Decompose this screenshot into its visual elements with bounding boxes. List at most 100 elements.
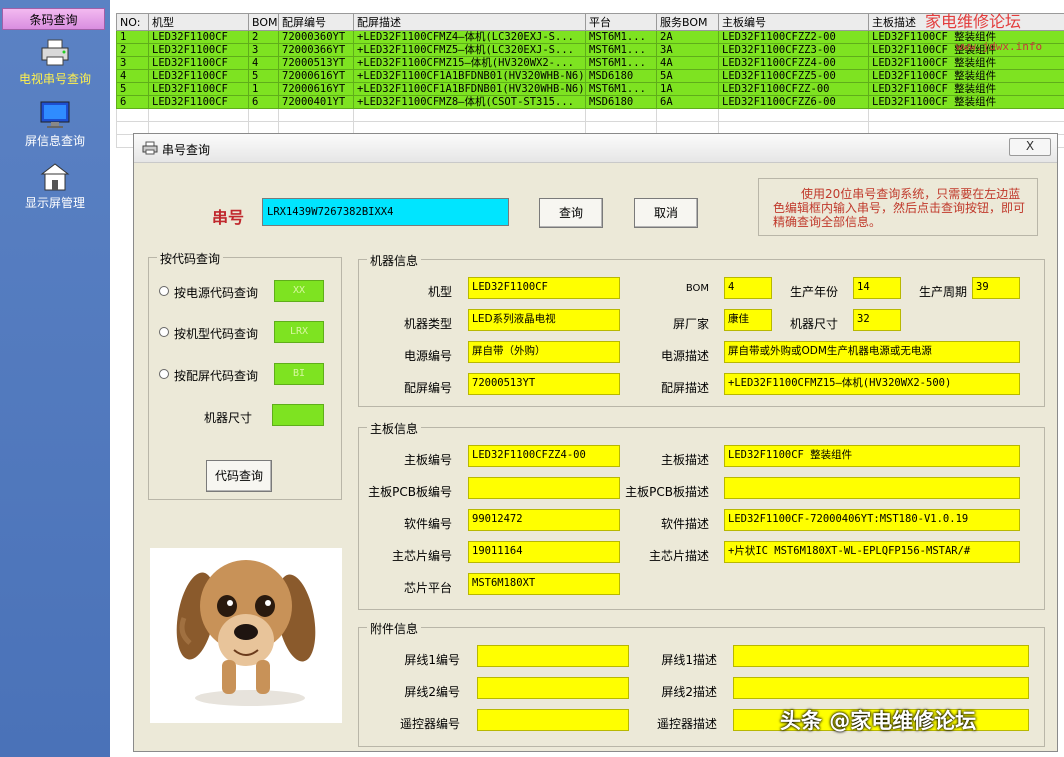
pcb-desc-field[interactable] (724, 477, 1020, 499)
option-label: 按机型代码查询 (174, 325, 258, 342)
type-field[interactable]: LED系列液晶电视 (468, 309, 620, 331)
table-cell: MST6M1... (586, 44, 657, 57)
table-cell (149, 109, 249, 122)
cancel-button[interactable]: 取消 (634, 198, 698, 228)
table-row[interactable]: 6LED32F1100CF672000401YT+LED32F1100CFMZ8… (117, 96, 1064, 109)
table-cell: LED32F1100CF 整装组件 (869, 83, 1064, 96)
col-header[interactable]: 配屏编号 (279, 14, 354, 31)
panel-desc-field[interactable]: +LED32F1100CFMZ15—体机(HV320WX2-500) (724, 373, 1020, 395)
table-row[interactable]: 4LED32F1100CF572000616YT+LED32F1100CF1A1… (117, 70, 1064, 83)
table-cell (117, 109, 149, 122)
table-row[interactable]: 1LED32F1100CF272000360YT+LED32F1100CFMZ4… (117, 31, 1064, 44)
table-cell: MST6M1... (586, 31, 657, 44)
table-cell: LED32F1100CFZZ2-00 (719, 31, 869, 44)
table-cell: +LED32F1100CFMZ15—体机(HV320WX2-... (354, 57, 586, 70)
size-label: 机器尺寸 (204, 409, 252, 426)
table-row[interactable]: 2LED32F1100CF372000366YT+LED32F1100CFMZ5… (117, 44, 1064, 57)
col-header[interactable]: 配屏描述 (354, 14, 586, 31)
radio-power-code[interactable] (159, 286, 169, 296)
table-cell: LED32F1100CF (149, 83, 249, 96)
table-cell: +LED32F1100CFMZ4—体机(LC320EXJ-S... (354, 31, 586, 44)
table-cell: MSD6180 (586, 70, 657, 83)
printer-icon (142, 141, 158, 158)
serial-input[interactable]: LRX1439W7267382BIXX4 (262, 198, 509, 226)
code-query-button[interactable]: 代码查询 (206, 460, 272, 492)
cable1-desc-label: 屏线1描述 (661, 651, 717, 668)
chip-desc-field[interactable]: +片状IC MST6M180XT-WL-EPLQFP156-MSTAR/# (724, 541, 1020, 563)
pcb-code-label: 主板PCB板编号 (368, 483, 452, 500)
bom-label: BOM (686, 283, 709, 294)
watermark-logo-text: 家电维修论坛 (925, 8, 1021, 32)
table-row[interactable]: 3LED32F1100CF472000513YT+LED32F1100CFMZ1… (117, 57, 1064, 70)
table-cell: 72000360YT (279, 31, 354, 44)
psu-code-field[interactable]: 屏自带（外购） (468, 341, 620, 363)
panel-code-field[interactable]: 72000513YT (468, 373, 620, 395)
model-field[interactable]: LED32F1100CF (468, 277, 620, 299)
nav-item-panel-info-query[interactable]: 屏信息查询 (0, 100, 110, 149)
board-desc-field[interactable]: LED32F1100CF 整装组件 (724, 445, 1020, 467)
platform-field[interactable]: MST6M180XT (468, 573, 620, 595)
table-cell: LED32F1100CFZZ6-00 (719, 96, 869, 109)
remote-code-label: 遥控器编号 (400, 715, 460, 732)
cable1-code-field[interactable] (477, 645, 629, 667)
table-cell: LED32F1100CF 整装组件 (869, 57, 1064, 70)
board-code-field[interactable]: LED32F1100CFZZ4-00 (468, 445, 620, 467)
table-cell: 72000366YT (279, 44, 354, 57)
col-header[interactable]: 服务BOM (657, 14, 719, 31)
col-header[interactable]: NO: (117, 14, 149, 31)
software-desc-field[interactable]: LED32F1100CF-72000406YT:MST180-V1.0.19 (724, 509, 1020, 531)
results-grid[interactable]: NO: 机型 BOM 配屏编号 配屏描述 平台 服务BOM 主板编号 主板描述 … (116, 13, 1064, 148)
psu-desc-field[interactable]: 屏自带或外购或ODM生产机器电源或无电源 (724, 341, 1020, 363)
table-row[interactable]: 5LED32F1100CF172000616YT+LED32F1100CF1A1… (117, 83, 1064, 96)
col-header[interactable]: 机型 (149, 14, 249, 31)
bom-field[interactable]: 4 (724, 277, 772, 299)
cable2-code-field[interactable] (477, 677, 629, 699)
year-field[interactable]: 14 (853, 277, 901, 299)
house-icon (38, 162, 72, 192)
table-cell: LED32F1100CFZZ4-00 (719, 57, 869, 70)
chip-code-field[interactable]: 19011164 (468, 541, 620, 563)
nav-item-tv-serial-query[interactable]: 电视串号查询 (0, 38, 110, 87)
week-field[interactable]: 39 (972, 277, 1020, 299)
table-cell: 72000513YT (279, 57, 354, 70)
table-cell: 6A (657, 96, 719, 109)
col-header[interactable]: 主板编号 (719, 14, 869, 31)
table-cell: MST6M1... (586, 57, 657, 70)
panel-mfr-field[interactable]: 康佳 (724, 309, 772, 331)
size-label: 机器尺寸 (790, 315, 838, 332)
table-cell: 6 (249, 96, 279, 109)
pcb-desc-label: 主板PCB板描述 (625, 483, 709, 500)
size-field[interactable]: 32 (853, 309, 901, 331)
close-button[interactable]: X (1009, 138, 1051, 156)
board-desc-label: 主板描述 (661, 451, 709, 468)
power-code-field[interactable]: XX (274, 280, 324, 302)
table-cell: +LED32F1100CF1A1BFDNB01(HV320WHB-N6) (354, 70, 586, 83)
table-cell: 4 (249, 57, 279, 70)
table-cell: LED32F1100CF (149, 70, 249, 83)
pcb-code-field[interactable] (468, 477, 620, 499)
cable1-desc-field[interactable] (733, 645, 1029, 667)
size-field[interactable] (272, 404, 324, 426)
empty-row (117, 109, 1064, 122)
radio-model-code[interactable] (159, 327, 169, 337)
col-header[interactable]: 平台 (586, 14, 657, 31)
cable2-desc-field[interactable] (733, 677, 1029, 699)
software-code-field[interactable]: 99012472 (468, 509, 620, 531)
group-title: 主板信息 (367, 420, 421, 437)
dialog-titlebar[interactable]: 串号查询 X (134, 134, 1057, 163)
group-title: 机器信息 (367, 252, 421, 269)
radio-panel-code[interactable] (159, 369, 169, 379)
table-cell: LED32F1100CF (149, 57, 249, 70)
nav-header[interactable]: 条码查询 (2, 8, 105, 30)
remote-code-field[interactable] (477, 709, 629, 731)
table-cell: 5A (657, 70, 719, 83)
watermark-bottom: 头条 @家电维修论坛 (780, 705, 976, 735)
nav-item-label: 电视串号查询 (19, 72, 91, 86)
software-code-label: 软件编号 (404, 515, 452, 532)
query-button[interactable]: 查询 (539, 198, 603, 228)
nav-item-display-management[interactable]: 显示屏管理 (0, 162, 110, 211)
col-header[interactable]: BOM (249, 14, 279, 31)
panel-code-field[interactable]: BI (274, 363, 324, 385)
option-label: 按配屏代码查询 (174, 367, 258, 384)
model-code-field[interactable]: LRX (274, 321, 324, 343)
